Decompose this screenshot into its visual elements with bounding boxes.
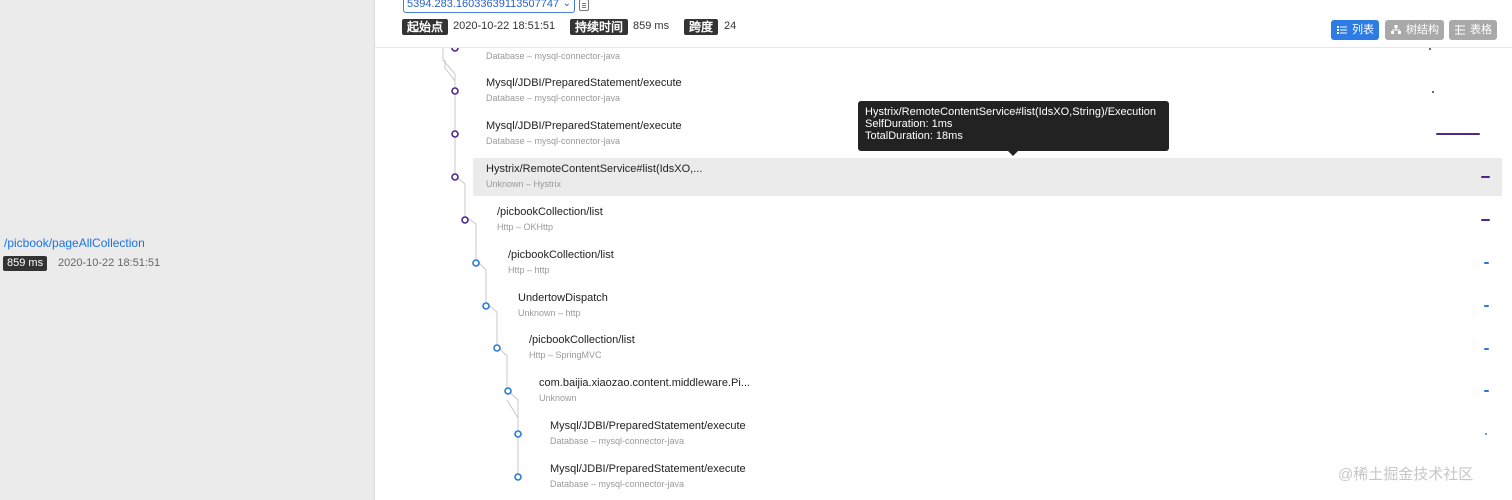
watermark: @稀土掘金技术社区	[1338, 466, 1474, 483]
trace-duration-badge: 859 ms	[3, 256, 48, 271]
span-node-8	[504, 387, 512, 395]
span-node-9	[514, 430, 522, 438]
duration-value: 859 ms	[633, 20, 670, 32]
span-node-6	[482, 302, 490, 310]
span-node-1	[451, 87, 459, 95]
duration-bar	[1481, 219, 1490, 221]
duration-bar	[1429, 48, 1431, 50]
trace-id-value: 5394.283.16033639113507747	[407, 0, 560, 10]
list-icon	[1337, 26, 1347, 34]
span-count-value: 24	[724, 20, 737, 32]
span-node-10	[514, 473, 522, 481]
tooltip-span-name: Hystrix/RemoteContentService#list(IdsXO,…	[865, 106, 1156, 118]
span-node-0	[451, 48, 459, 52]
span-count-label: 跨度	[684, 19, 719, 35]
start-value: 2020-10-22 18:51:51	[453, 20, 556, 32]
duration-bar	[1484, 390, 1489, 392]
trace-header: 5394.283.16033639113507747 ⌄ 起始点 2020-10…	[375, 0, 1512, 48]
table-view-button[interactable]: 表格	[1449, 20, 1497, 40]
tooltip-total-duration: TotalDuration: 18ms	[865, 130, 963, 142]
span-node-4	[461, 216, 469, 224]
trace-id-select[interactable]: 5394.283.16033639113507747 ⌄	[403, 0, 575, 13]
table-icon	[1455, 25, 1465, 35]
tree-view-label: 树结构	[1406, 24, 1439, 36]
span-tooltip: Hystrix/RemoteContentService#list(IdsXO,…	[858, 101, 1169, 156]
trace-viewer: /picbook/pageAllCollection 859 ms 2020-1…	[0, 0, 1512, 500]
duration-bar	[1485, 433, 1487, 435]
start-label: 起始点	[402, 19, 449, 35]
chevron-down-icon: ⌄	[562, 0, 571, 9]
duration-bar	[1484, 348, 1489, 350]
list-view-label: 列表	[1352, 24, 1374, 36]
table-view-label: 表格	[1470, 24, 1492, 36]
duration-bar	[1432, 91, 1434, 93]
copy-icon[interactable]	[579, 0, 589, 11]
duration-bar	[1481, 176, 1490, 178]
span-node-3	[451, 173, 459, 181]
duration-bar	[1436, 133, 1480, 135]
duration-bar	[1484, 305, 1489, 307]
duration-bar	[1484, 262, 1489, 264]
list-view-button[interactable]: 列表	[1331, 20, 1379, 40]
span-node-7	[493, 344, 501, 352]
span-node-2	[451, 130, 459, 138]
trace-start-time: 2020-10-22 18:51:51	[58, 257, 161, 269]
tree-icon	[1391, 25, 1401, 34]
duration-label: 持续时间	[570, 19, 629, 35]
trace-list-panel: /picbook/pageAllCollection 859 ms 2020-1…	[0, 0, 375, 500]
span-node-5	[472, 259, 480, 267]
tooltip-self-duration: SelfDuration: 1ms	[865, 118, 953, 130]
trace-endpoint-link[interactable]: /picbook/pageAllCollection	[4, 236, 145, 250]
tree-view-button[interactable]: 树结构	[1385, 20, 1444, 40]
